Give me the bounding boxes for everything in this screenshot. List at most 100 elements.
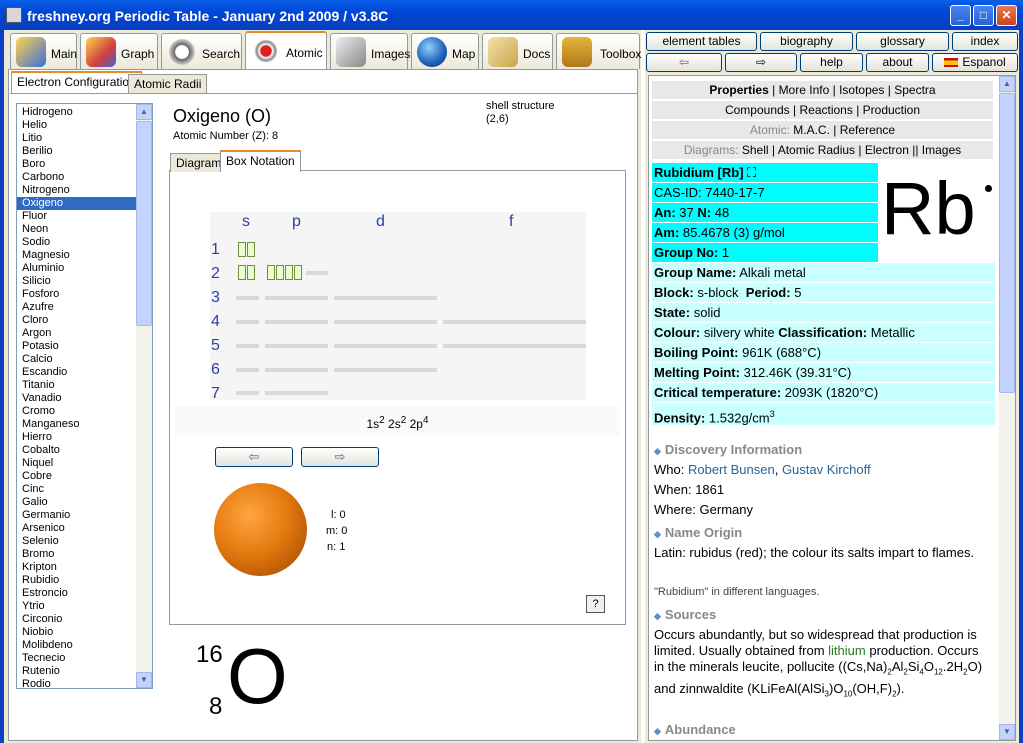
list-item[interactable]: Titanio bbox=[17, 379, 137, 392]
link-compounds[interactable]: Compounds bbox=[725, 103, 790, 117]
biography-button[interactable]: biography bbox=[760, 32, 853, 51]
list-item[interactable]: Kripton bbox=[17, 561, 137, 574]
app-icon[interactable] bbox=[6, 7, 22, 23]
list-item[interactable]: Aluminio bbox=[17, 262, 137, 275]
tab-docs[interactable]: Docs bbox=[482, 33, 553, 69]
list-item[interactable]: Cobre bbox=[17, 470, 137, 483]
link-more-info[interactable]: More Info bbox=[779, 83, 830, 97]
list-item[interactable]: Niquel bbox=[17, 457, 137, 470]
list-item[interactable]: Hidrogeno bbox=[17, 106, 137, 119]
list-item[interactable]: Escandio bbox=[17, 366, 137, 379]
element-tables-button[interactable]: element tables bbox=[646, 32, 757, 51]
binoculars-icon[interactable]: ⛶ bbox=[747, 165, 756, 180]
list-item[interactable]: Nitrogeno bbox=[17, 184, 137, 197]
info-panel-scrollbar[interactable]: ▲ ▼ bbox=[999, 76, 1015, 740]
list-item[interactable]: Germanio bbox=[17, 509, 137, 522]
espanol-button[interactable]: Espanol bbox=[932, 53, 1018, 72]
help-button[interactable]: help bbox=[800, 53, 863, 72]
tab-graph[interactable]: Graph bbox=[80, 33, 158, 69]
list-item[interactable]: Molibdeno bbox=[17, 639, 137, 652]
about-button[interactable]: about bbox=[866, 53, 929, 72]
list-item[interactable]: Argon bbox=[17, 327, 137, 340]
list-item[interactable]: Fosforo bbox=[17, 288, 137, 301]
list-item[interactable]: Cloro bbox=[17, 314, 137, 327]
link-reference[interactable]: Reference bbox=[840, 123, 895, 137]
list-item[interactable]: Magnesio bbox=[17, 249, 137, 262]
tab-main[interactable]: Main bbox=[10, 33, 77, 69]
help-icon[interactable]: ? bbox=[586, 595, 605, 613]
list-item[interactable]: Azufre bbox=[17, 301, 137, 314]
glossary-button[interactable]: glossary bbox=[856, 32, 949, 51]
list-item[interactable]: Ytrio bbox=[17, 600, 137, 613]
scroll-thumb[interactable] bbox=[136, 121, 152, 326]
index-button[interactable]: index bbox=[952, 32, 1018, 51]
tab-atomic-radii[interactable]: Atomic Radii bbox=[128, 74, 208, 93]
link-spectra[interactable]: Spectra bbox=[894, 83, 935, 97]
link-shell[interactable]: Shell bbox=[742, 143, 769, 157]
scroll-down-arrow[interactable]: ▼ bbox=[136, 672, 152, 688]
list-item[interactable]: Potasio bbox=[17, 340, 137, 353]
link-properties[interactable]: Properties bbox=[709, 83, 768, 97]
tab-diagram[interactable]: Diagram bbox=[170, 153, 228, 172]
link-reactions[interactable]: Reactions bbox=[799, 103, 852, 117]
list-item[interactable]: Silicio bbox=[17, 275, 137, 288]
tab-toolbox[interactable]: Toolbox bbox=[556, 33, 641, 69]
link-mac[interactable]: M.A.C. bbox=[793, 123, 830, 137]
scroll-up-arrow[interactable]: ▲ bbox=[136, 104, 152, 120]
list-item[interactable]: Fluor bbox=[17, 210, 137, 223]
list-item[interactable]: Carbono bbox=[17, 171, 137, 184]
list-item[interactable]: Cobalto bbox=[17, 444, 137, 457]
name-languages-link[interactable]: "Rubidium" in different languages. bbox=[654, 584, 989, 600]
next-orbital-button[interactable]: ⇨ bbox=[301, 447, 379, 467]
link-images[interactable]: Images bbox=[922, 143, 961, 157]
list-item[interactable]: Berilio bbox=[17, 145, 137, 158]
link-production[interactable]: Production bbox=[863, 103, 920, 117]
list-item[interactable]: Sodio bbox=[17, 236, 137, 249]
scroll-up-arrow[interactable]: ▲ bbox=[999, 76, 1015, 92]
minimize-button[interactable]: _ bbox=[950, 5, 971, 26]
list-item[interactable]: Calcio bbox=[17, 353, 137, 366]
list-item[interactable]: Rubidio bbox=[17, 574, 137, 587]
list-item[interactable]: Litio bbox=[17, 132, 137, 145]
close-button[interactable]: ✕ bbox=[996, 5, 1017, 26]
list-item[interactable]: Hierro bbox=[17, 431, 137, 444]
tab-map[interactable]: Map bbox=[411, 33, 479, 69]
link-electron[interactable]: Electron bbox=[865, 143, 909, 157]
back-button[interactable]: ⇦ bbox=[646, 53, 722, 72]
forward-button[interactable]: ⇨ bbox=[725, 53, 797, 72]
link-isotopes[interactable]: Isotopes bbox=[839, 83, 884, 97]
maximize-button[interactable]: □ bbox=[973, 5, 994, 26]
tab-search[interactable]: Search bbox=[161, 33, 242, 69]
list-item[interactable]: Arsenico bbox=[17, 522, 137, 535]
list-item[interactable]: Rodio bbox=[17, 678, 137, 688]
list-item[interactable]: Manganeso bbox=[17, 418, 137, 431]
scroll-thumb[interactable] bbox=[999, 93, 1015, 393]
list-item[interactable]: Vanadio bbox=[17, 392, 137, 405]
tab-electron-configuration[interactable]: Electron Configuration bbox=[11, 71, 142, 93]
list-item[interactable]: Circonio bbox=[17, 613, 137, 626]
list-item[interactable]: Tecnecio bbox=[17, 652, 137, 665]
list-item[interactable]: Selenio bbox=[17, 535, 137, 548]
list-item[interactable]: Cinc bbox=[17, 483, 137, 496]
list-item[interactable]: Estroncio bbox=[17, 587, 137, 600]
list-item[interactable]: Niobio bbox=[17, 626, 137, 639]
element-list-scrollbar[interactable]: ▲ ▼ bbox=[136, 104, 152, 688]
scroll-down-arrow[interactable]: ▼ bbox=[999, 724, 1015, 740]
link-gustav-kirchoff[interactable]: Gustav Kirchoff bbox=[782, 462, 871, 477]
previous-orbital-button[interactable]: ⇦ bbox=[215, 447, 293, 467]
list-item[interactable]: Oxigeno bbox=[17, 197, 137, 210]
link-atomic-radius[interactable]: Atomic Radius bbox=[778, 143, 855, 157]
element-list[interactable]: Hidrogeno Helio Litio Berilio Boro Carbono Nit… bbox=[16, 103, 153, 689]
link-lithium[interactable]: lithium bbox=[828, 643, 866, 658]
list-item[interactable]: Neon bbox=[17, 223, 137, 236]
list-item[interactable]: Boro bbox=[17, 158, 137, 171]
tab-atomic[interactable]: Atomic bbox=[245, 31, 327, 70]
list-item[interactable]: Rutenio bbox=[17, 665, 137, 678]
link-robert-bunsen[interactable]: Robert Bunsen bbox=[688, 462, 775, 477]
list-item[interactable]: Helio bbox=[17, 119, 137, 132]
tab-box-notation[interactable]: Box Notation bbox=[220, 150, 301, 172]
list-item[interactable]: Cromo bbox=[17, 405, 137, 418]
tab-images[interactable]: Images bbox=[330, 33, 410, 69]
list-item[interactable]: Bromo bbox=[17, 548, 137, 561]
list-item[interactable]: Galio bbox=[17, 496, 137, 509]
